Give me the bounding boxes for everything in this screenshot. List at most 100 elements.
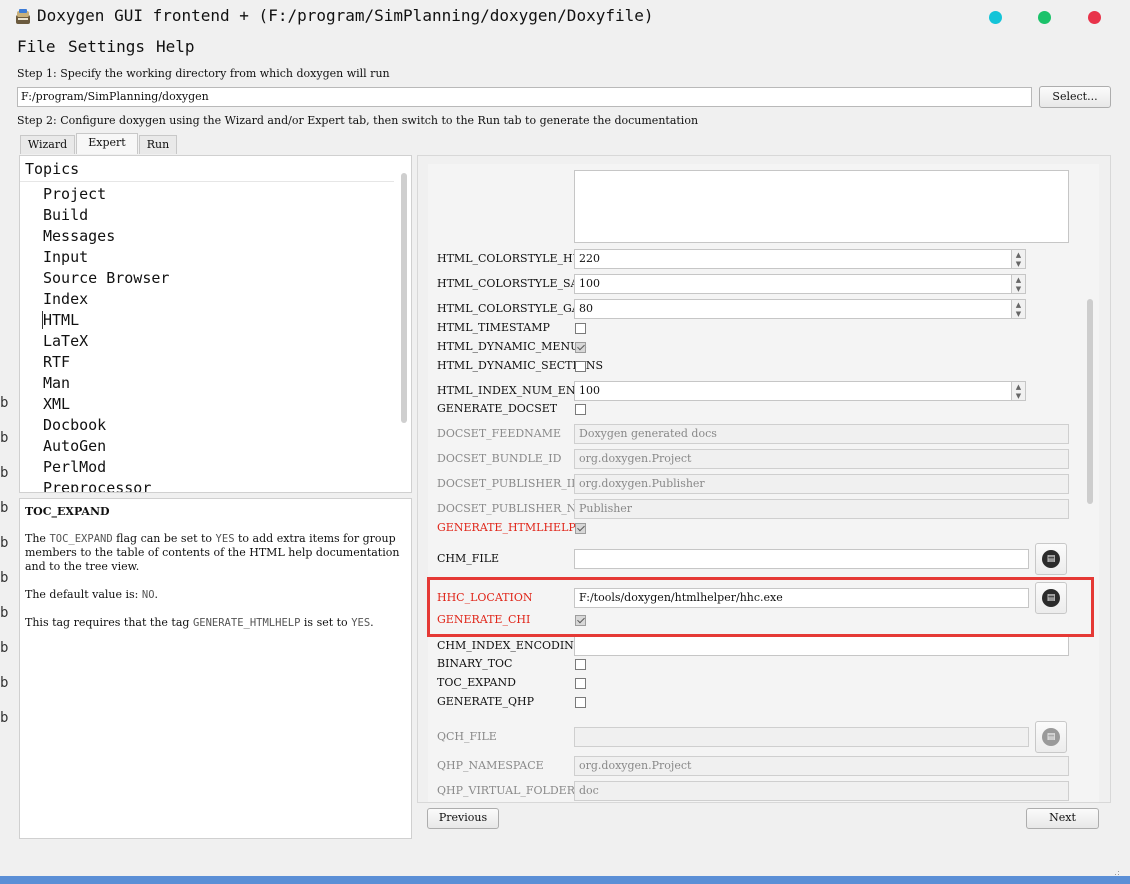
step1-label: Step 1: Specify the working directory fr… bbox=[17, 67, 390, 80]
html-timestamp-checkbox[interactable] bbox=[575, 323, 586, 334]
docset-bundle-id-input[interactable]: org.doxygen.Project bbox=[574, 449, 1069, 469]
settings-panel: HTML_COLORSTYLE_HUE 220 ▲ ▼ HTML_COLORSTYLE_… bbox=[417, 155, 1111, 803]
qhp-virtual-folder-input[interactable]: doc bbox=[574, 781, 1069, 801]
setting-label-docset-bundle-id: DOCSET_BUNDLE_ID bbox=[437, 452, 562, 465]
setting-label-toc-expand: TOC_EXPAND bbox=[437, 676, 516, 689]
topics-list: Topics Project Build Messages Input Sour… bbox=[19, 155, 412, 493]
binary-toc-checkbox[interactable] bbox=[575, 659, 586, 670]
menu-bar: File Settings Help bbox=[0, 34, 1130, 58]
qch-file-browse-button[interactable]: ▤ bbox=[1035, 721, 1067, 753]
topics-scrollbar[interactable] bbox=[401, 173, 407, 423]
topic-html[interactable]: HTML bbox=[43, 310, 79, 330]
taskbar-edge bbox=[0, 876, 1130, 884]
html-dynamic-menus-checkbox[interactable] bbox=[575, 342, 586, 353]
setting-label-chm-file: CHM_FILE bbox=[437, 552, 500, 565]
qch-file-input[interactable] bbox=[574, 727, 1029, 747]
help-paragraph-3: This tag requires that the tag GENERATE_… bbox=[25, 616, 374, 629]
topic-messages[interactable]: Messages bbox=[43, 226, 115, 246]
topic-man[interactable]: Man bbox=[43, 373, 70, 393]
background-glyph: b bbox=[0, 675, 9, 691]
topic-xml[interactable]: XML bbox=[43, 394, 70, 414]
setting-label-html-dynamic-menus: HTML_DYNAMIC_MENUS bbox=[437, 340, 587, 353]
setting-label-docset-publisher-id: DOCSET_PUBLISHER_ID bbox=[437, 477, 580, 490]
qhp-namespace-input[interactable]: org.doxygen.Project bbox=[574, 756, 1069, 776]
topic-docbook[interactable]: Docbook bbox=[43, 415, 106, 435]
text-cursor bbox=[42, 311, 43, 329]
setting-label-html-colorstyle-hue: HTML_COLORSTYLE_HUE bbox=[437, 252, 590, 265]
setting-label-qhp-namespace: QHP_NAMESPACE bbox=[437, 759, 544, 772]
help-panel: TOC_EXPAND The TOC_EXPAND flag can be se… bbox=[19, 498, 412, 839]
minimize-button[interactable] bbox=[989, 11, 1002, 24]
background-glyph: b bbox=[0, 465, 9, 481]
setting-label-html-timestamp: HTML_TIMESTAMP bbox=[437, 321, 550, 334]
background-glyph: b bbox=[0, 430, 9, 446]
setting-label-generate-htmlhelp: GENERATE_HTMLHELP bbox=[437, 521, 576, 534]
resize-grip-icon[interactable] bbox=[1110, 864, 1120, 878]
highlight-annotation-box bbox=[427, 577, 1094, 637]
spin-arrows-icon[interactable]: ▲ ▼ bbox=[1012, 274, 1026, 294]
topic-source-browser[interactable]: Source Browser bbox=[43, 268, 169, 288]
tab-wizard[interactable]: Wizard bbox=[20, 135, 75, 154]
step2-label: Step 2: Configure doxygen using the Wiza… bbox=[17, 114, 699, 127]
topic-latex[interactable]: LaTeX bbox=[43, 331, 88, 351]
setting-label-generate-docset: GENERATE_DOCSET bbox=[437, 402, 558, 415]
topic-input[interactable]: Input bbox=[43, 247, 88, 267]
docset-publisher-id-input[interactable]: org.doxygen.Publisher bbox=[574, 474, 1069, 494]
spin-arrows-icon[interactable]: ▲ ▼ bbox=[1012, 299, 1026, 319]
setting-label-chm-index-encoding: CHM_INDEX_ENCODING bbox=[437, 639, 583, 652]
docset-publisher-name-input[interactable]: Publisher bbox=[574, 499, 1069, 519]
tab-expert[interactable]: Expert bbox=[76, 133, 138, 154]
chm-file-browse-button[interactable]: ▤ bbox=[1035, 543, 1067, 575]
previous-button[interactable]: Previous bbox=[427, 808, 499, 829]
next-button[interactable]: Next bbox=[1026, 808, 1099, 829]
help-paragraph-2: The default value is: NO. bbox=[25, 588, 159, 601]
spin-arrows-icon[interactable]: ▲ ▼ bbox=[1012, 249, 1026, 269]
menu-settings[interactable]: Settings bbox=[68, 37, 145, 56]
topic-preprocessor[interactable]: Preprocessor bbox=[43, 478, 151, 492]
topics-header: Topics bbox=[20, 156, 394, 182]
help-title: TOC_EXPAND bbox=[25, 505, 110, 518]
html-colorstyle-sat-spinbox[interactable]: 100 bbox=[574, 274, 1012, 294]
generate-docset-checkbox[interactable] bbox=[575, 404, 586, 415]
spin-arrows-icon[interactable]: ▲ ▼ bbox=[1012, 381, 1026, 401]
settings-scroll-area: HTML_COLORSTYLE_HUE 220 ▲ ▼ HTML_COLORSTYLE_… bbox=[428, 164, 1099, 802]
setting-label-binary-toc: BINARY_TOC bbox=[437, 657, 513, 670]
close-button[interactable] bbox=[1088, 11, 1101, 24]
setting-label-qhp-virtual-folder: QHP_VIRTUAL_FOLDER bbox=[437, 784, 575, 797]
file-browse-icon: ▤ bbox=[1042, 550, 1060, 568]
maximize-button[interactable] bbox=[1038, 11, 1051, 24]
topic-project[interactable]: Project bbox=[43, 184, 106, 204]
chm-file-input[interactable] bbox=[574, 549, 1029, 569]
topic-build[interactable]: Build bbox=[43, 205, 88, 225]
working-directory-input[interactable]: F:/program/SimPlanning/doxygen bbox=[17, 87, 1032, 107]
background-glyph: b bbox=[0, 535, 9, 551]
html-colorstyle-hue-spinbox[interactable]: 220 bbox=[574, 249, 1012, 269]
topic-perlmod[interactable]: PerlMod bbox=[43, 457, 106, 477]
doxygen-app-icon bbox=[14, 8, 32, 26]
settings-scrollbar[interactable] bbox=[1087, 299, 1093, 504]
topic-index[interactable]: Index bbox=[43, 289, 88, 309]
background-glyph: b bbox=[0, 395, 9, 411]
menu-help[interactable]: Help bbox=[156, 37, 195, 56]
toc-expand-checkbox[interactable] bbox=[575, 678, 586, 689]
docset-feedname-input[interactable]: Doxygen generated docs bbox=[574, 424, 1069, 444]
topic-autogen[interactable]: AutoGen bbox=[43, 436, 106, 456]
setting-label-html-colorstyle-sat: HTML_COLORSTYLE_SAT bbox=[437, 277, 586, 290]
setting-label-generate-qhp: GENERATE_QHP bbox=[437, 695, 534, 708]
tab-run[interactable]: Run bbox=[139, 135, 177, 154]
topic-rtf[interactable]: RTF bbox=[43, 352, 70, 372]
help-paragraph-1: The TOC_EXPAND flag can be set to YES to… bbox=[25, 532, 400, 573]
html-dynamic-sections-checkbox[interactable] bbox=[575, 361, 586, 372]
background-glyph: b bbox=[0, 640, 9, 656]
chm-index-encoding-input[interactable] bbox=[574, 636, 1069, 656]
background-glyph: b bbox=[0, 605, 9, 621]
title-bar: Doxygen GUI frontend + (F:/program/SimPl… bbox=[0, 0, 1130, 34]
generate-htmlhelp-checkbox[interactable] bbox=[575, 523, 586, 534]
generate-qhp-checkbox[interactable] bbox=[575, 697, 586, 708]
html-colorstyle-gamma-spinbox[interactable]: 80 bbox=[574, 299, 1012, 319]
html-index-num-entries-spinbox[interactable]: 100 bbox=[574, 381, 1012, 401]
menu-file[interactable]: File bbox=[17, 37, 56, 56]
multiline-field[interactable] bbox=[574, 170, 1069, 243]
setting-label-docset-feedname: DOCSET_FEEDNAME bbox=[437, 427, 562, 440]
select-directory-button[interactable]: Select... bbox=[1039, 86, 1111, 108]
